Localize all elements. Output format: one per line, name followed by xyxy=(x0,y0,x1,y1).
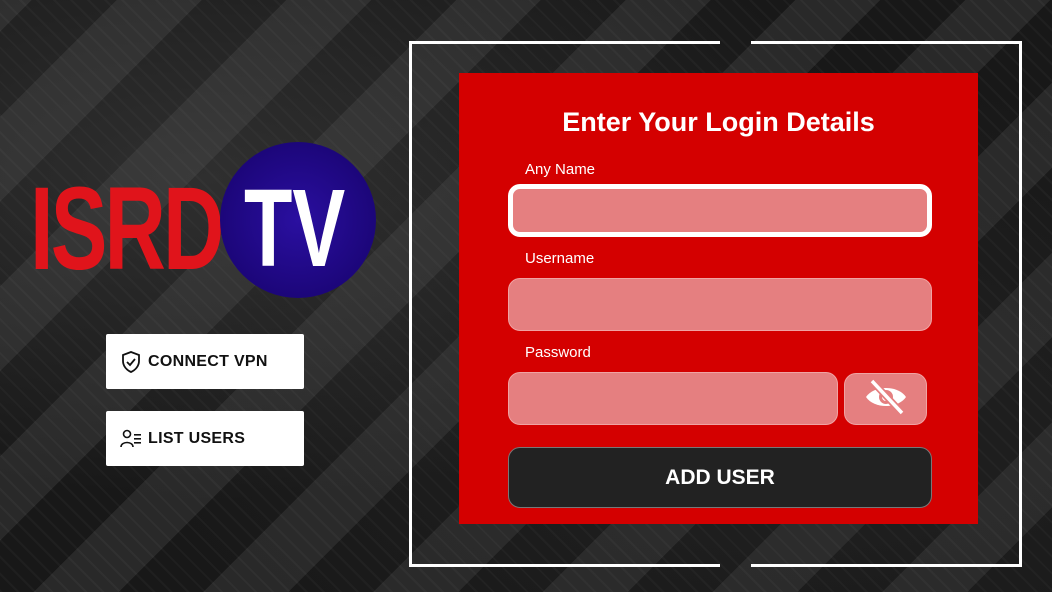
logo-text-tv: TV xyxy=(244,167,346,290)
frame-right xyxy=(1019,41,1022,567)
password-label: Password xyxy=(525,344,591,361)
logo-text-isrd: ISRD xyxy=(30,163,224,295)
frame-left xyxy=(409,41,412,567)
frame-bottom-right xyxy=(751,564,1022,567)
username-label: Username xyxy=(525,250,595,267)
name-input[interactable] xyxy=(508,184,932,237)
username-input[interactable] xyxy=(508,278,932,331)
frame-bottom-left xyxy=(409,564,720,567)
shield-check-icon xyxy=(120,350,142,373)
app-logo: ISRD TV xyxy=(30,142,380,302)
add-user-button[interactable]: ADD USER xyxy=(508,447,932,508)
login-panel: Enter Your Login Details Any Name Userna… xyxy=(459,73,978,524)
users-list-icon xyxy=(120,428,142,450)
frame-top-left xyxy=(409,41,720,44)
eye-off-icon xyxy=(862,377,910,422)
list-users-label: LIST USERS xyxy=(148,429,246,447)
name-label: Any Name xyxy=(525,161,596,178)
list-users-button[interactable]: LIST USERS xyxy=(106,411,304,466)
password-visibility-toggle[interactable] xyxy=(844,373,927,425)
frame-top-right xyxy=(751,41,1022,44)
panel-title: Enter Your Login Details xyxy=(562,107,875,137)
password-input[interactable] xyxy=(508,372,838,425)
connect-vpn-label: CONNECT VPN xyxy=(148,352,268,370)
connect-vpn-button[interactable]: CONNECT VPN xyxy=(106,334,304,389)
